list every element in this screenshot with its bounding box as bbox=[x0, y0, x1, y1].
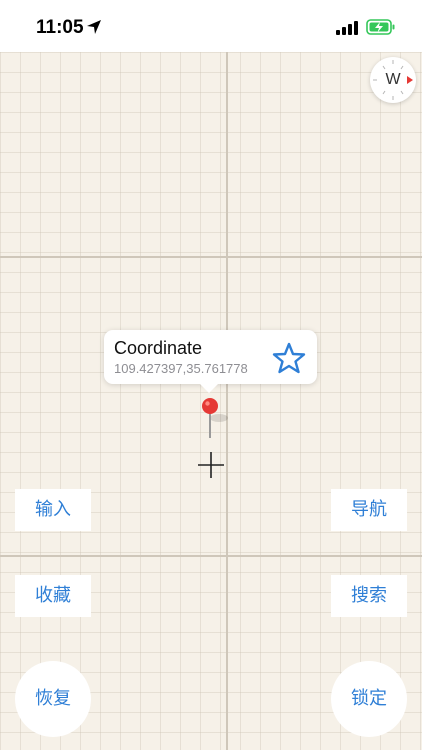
compass-button[interactable]: W bbox=[370, 57, 416, 103]
compass-direction-letter: W bbox=[385, 71, 401, 88]
navigate-button[interactable]: 导航 bbox=[331, 489, 407, 531]
callout-coordinates: 109.427397,35.761778 bbox=[114, 361, 248, 376]
status-time: 11:05 bbox=[36, 17, 84, 38]
battery-charging-icon bbox=[366, 19, 396, 40]
map-grid-line bbox=[0, 555, 422, 557]
search-button[interactable]: 搜索 bbox=[331, 575, 407, 617]
input-button[interactable]: 输入 bbox=[15, 489, 91, 531]
map-pin-icon[interactable] bbox=[197, 396, 237, 445]
lock-button[interactable]: 锁定 bbox=[331, 661, 407, 737]
favorites-button[interactable]: 收藏 bbox=[15, 575, 91, 617]
cellular-signal-icon bbox=[336, 21, 358, 40]
crosshair-icon bbox=[197, 451, 225, 484]
map-grid-line bbox=[0, 256, 422, 258]
star-outline-icon bbox=[272, 342, 306, 374]
favorite-star-button[interactable] bbox=[270, 341, 308, 375]
callout-title: Coordinate bbox=[114, 338, 203, 358]
status-bar: 11:05 bbox=[0, 0, 422, 52]
restore-button[interactable]: 恢复 bbox=[15, 661, 91, 737]
location-arrow-icon bbox=[86, 19, 102, 40]
